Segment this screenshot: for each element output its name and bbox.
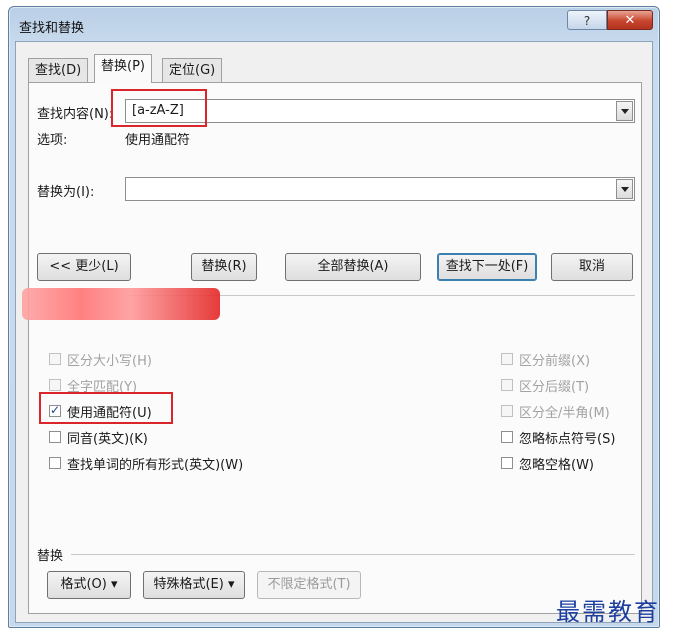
replace-input[interactable] bbox=[125, 177, 635, 201]
wildcards-highlight-box bbox=[39, 392, 173, 424]
sounds-like-checkbox[interactable] bbox=[49, 431, 61, 443]
less-button[interactable]: << 更少(L) bbox=[37, 253, 131, 281]
find-dropdown-arrow-icon[interactable] bbox=[616, 101, 633, 121]
help-button[interactable]: ? bbox=[567, 10, 607, 30]
title-bar[interactable]: 查找和替换 ? ✕ bbox=[9, 7, 659, 41]
ignore-punctuation-checkbox[interactable] bbox=[501, 431, 513, 443]
find-next-button[interactable]: 查找下一处(F) bbox=[437, 253, 537, 281]
find-highlight-box bbox=[111, 89, 207, 127]
ignore-punctuation-label: 忽略标点符号(S) bbox=[519, 432, 616, 447]
find-label: 查找内容(N): bbox=[37, 107, 114, 122]
all-word-forms-checkbox[interactable] bbox=[49, 457, 61, 469]
no-formatting-button[interactable]: 不限定格式(T) bbox=[257, 571, 361, 599]
options-label: 选项: bbox=[37, 133, 68, 148]
match-width-label: 区分全/半角(M) bbox=[519, 406, 610, 421]
match-case-label: 区分大小写(H) bbox=[67, 354, 152, 369]
tab-replace[interactable]: 替换(P) bbox=[94, 54, 152, 83]
replace-label: 替换为(I): bbox=[37, 185, 95, 200]
watermark-logo: 最需教育 bbox=[556, 598, 660, 626]
cancel-button[interactable]: 取消 bbox=[551, 253, 633, 281]
special-format-button[interactable]: 特殊格式(E) ▾ bbox=[143, 571, 245, 599]
whole-word-checkbox[interactable] bbox=[49, 379, 61, 391]
match-width-checkbox[interactable] bbox=[501, 405, 513, 417]
match-suffix-label: 区分后缀(T) bbox=[519, 380, 590, 395]
ignore-whitespace-label: 忽略空格(W) bbox=[519, 458, 594, 473]
format-button[interactable]: 格式(O) ▾ bbox=[47, 571, 131, 599]
tab-find[interactable]: 查找(D) bbox=[28, 58, 89, 82]
tab-panel: 查找内容(N): [a-zA-Z] 选项: 使用通配符 替换为(I): << 更… bbox=[28, 82, 642, 614]
ignore-whitespace-checkbox[interactable] bbox=[501, 457, 513, 469]
redacted-region bbox=[22, 288, 220, 320]
match-prefix-checkbox[interactable] bbox=[501, 353, 513, 365]
replace-button[interactable]: 替换(R) bbox=[191, 253, 257, 281]
close-button[interactable]: ✕ bbox=[607, 10, 653, 30]
all-word-forms-label: 查找单词的所有形式(英文)(W) bbox=[67, 458, 244, 473]
window-title: 查找和替换 bbox=[19, 21, 85, 36]
match-case-checkbox[interactable] bbox=[49, 353, 61, 365]
replace-dropdown-arrow-icon[interactable] bbox=[616, 179, 633, 199]
dialog-body: 查找(D) 替换(P) 定位(G) 查找内容(N): [a-zA-Z] 选项: … bbox=[15, 41, 653, 623]
match-suffix-checkbox[interactable] bbox=[501, 379, 513, 391]
replace-all-button[interactable]: 全部替换(A) bbox=[285, 253, 421, 281]
sounds-like-label: 同音(英文)(K) bbox=[67, 432, 148, 447]
match-prefix-label: 区分前缀(X) bbox=[519, 354, 591, 369]
replace-section-title: 替换 bbox=[37, 549, 64, 564]
tab-goto[interactable]: 定位(G) bbox=[162, 58, 223, 82]
options-value: 使用通配符 bbox=[125, 133, 191, 148]
replace-section-divider bbox=[71, 554, 635, 555]
